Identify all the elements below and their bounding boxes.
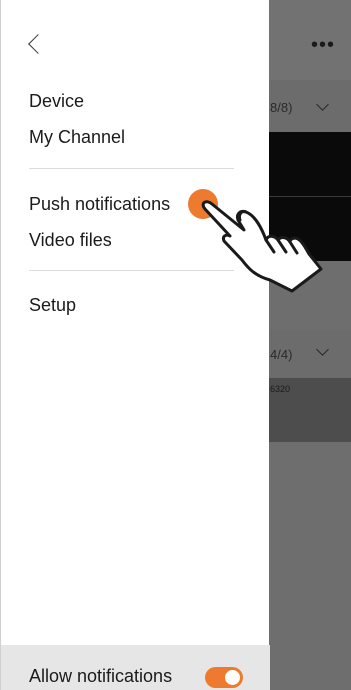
background-section-count-2: 4/4) [270,347,293,362]
background-app-bar: ••• [269,0,351,80]
pointing-hand-icon [201,200,323,293]
menu-divider [29,168,234,169]
menu-item-my-channel[interactable]: My Channel [29,127,125,148]
more-horizontal-icon[interactable]: ••• [311,35,335,55]
background-section-count-1: 8/8) [270,100,293,115]
menu-item-video-files[interactable]: Video files [29,230,112,251]
menu-item-push-notifications[interactable]: Push notifications [29,194,170,215]
menu-item-setup[interactable]: Setup [29,295,76,316]
background-device-thumb-1 [269,132,351,196]
allow-notifications-toggle[interactable] [205,667,243,688]
navigation-drawer: Device My Channel Push notifications Vid… [0,0,270,690]
allow-notifications-label: Allow notifications [29,666,173,686]
background-item-text: 6320 [270,384,291,394]
menu-item-device[interactable]: Device [29,91,84,112]
back-chevron-icon[interactable] [28,34,48,54]
background-list-item: 6320 [269,378,351,442]
toggle-knob [225,670,240,685]
notifications-footer: Allow notifications [1,645,270,690]
